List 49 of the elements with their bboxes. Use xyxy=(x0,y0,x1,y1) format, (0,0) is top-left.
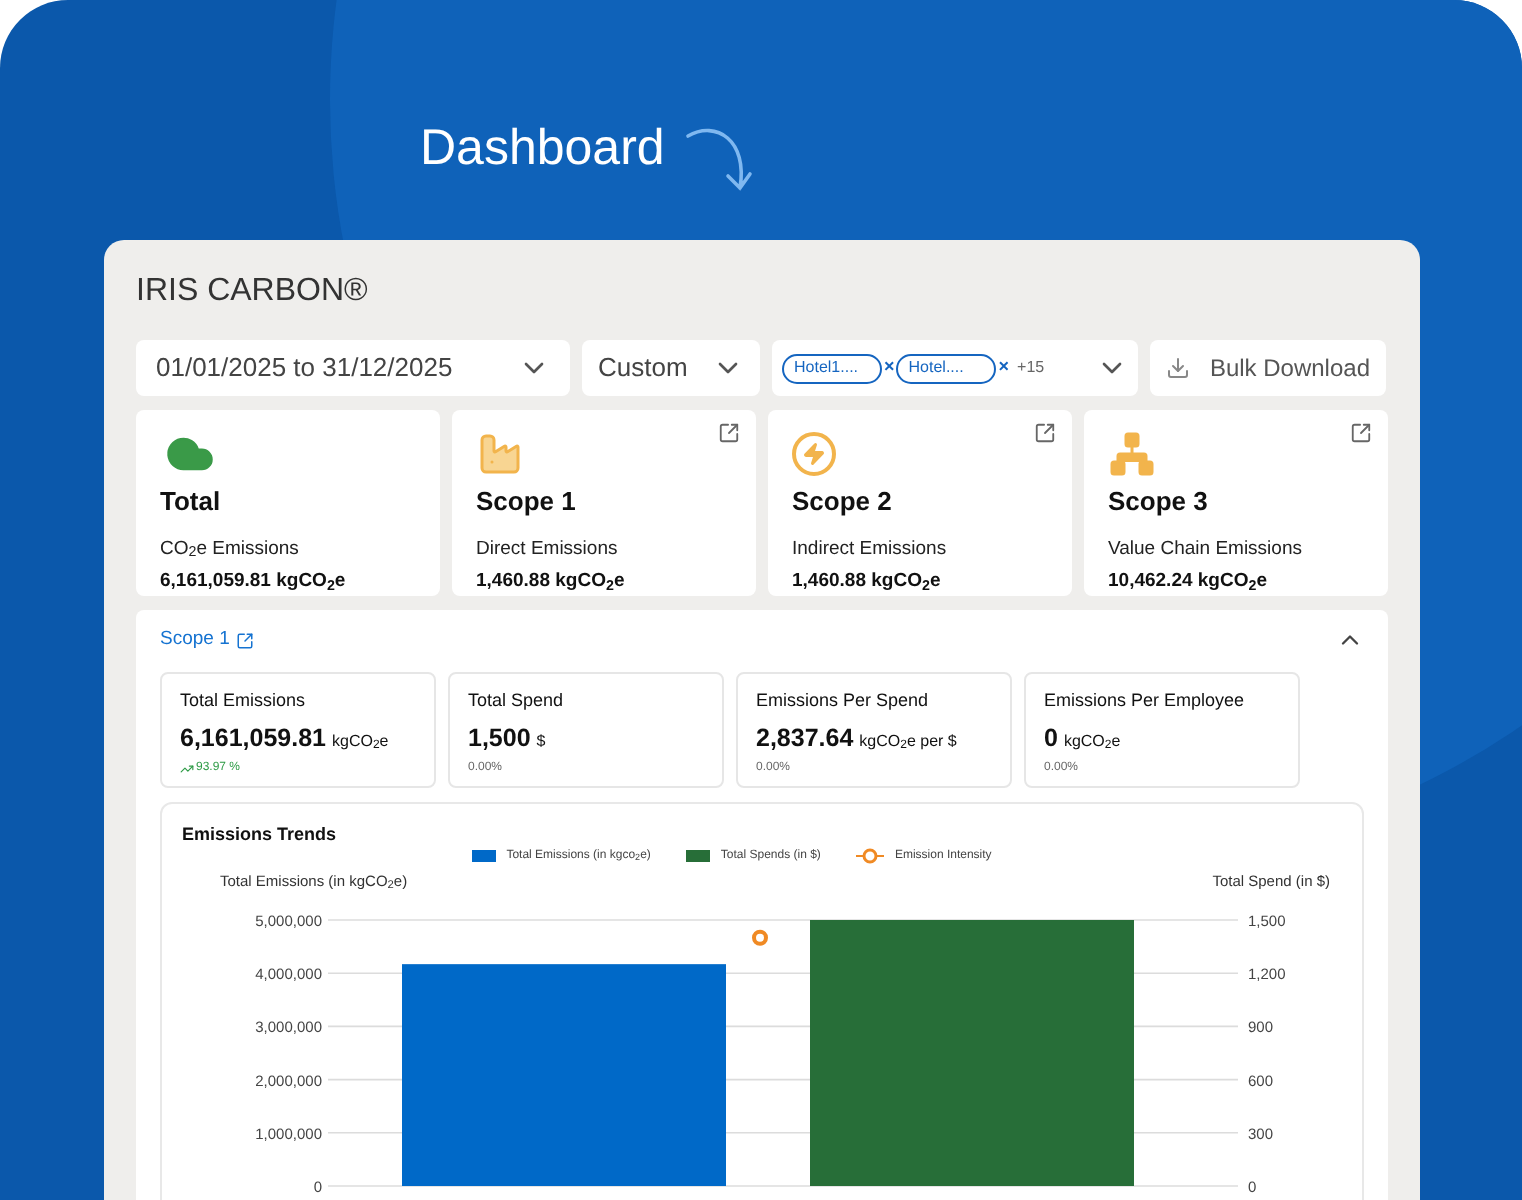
card-title: Scope 1 xyxy=(476,484,578,520)
chip-remove[interactable]: × xyxy=(998,354,1010,382)
chip-remove[interactable]: × xyxy=(884,354,895,382)
hotel-chip[interactable]: Hotel.... xyxy=(896,353,997,383)
card-title: Total xyxy=(160,484,223,520)
factory-icon xyxy=(476,430,524,478)
metric-unit: kgCO$_{2}$e per $ xyxy=(859,729,957,753)
more-count: +15 xyxy=(1017,356,1045,380)
metric-value: 2,837.64 xyxy=(756,721,854,755)
metric-unit: kgCO$_{2}$e xyxy=(332,729,389,753)
card-value: 6,161,059.81 kgCO$_{2}$e xyxy=(160,567,348,596)
metric-value: 6,161,059.81 xyxy=(180,721,326,755)
download-icon xyxy=(1166,356,1190,380)
hotel-select[interactable]: Hotel1.... × Hotel.... × +15 xyxy=(772,340,1138,396)
metric-label: Total Emissions xyxy=(180,688,308,714)
scope-link[interactable]: Scope 1 xyxy=(160,625,230,655)
card-value: 10,462.24 kgCO$_{2}$e xyxy=(1108,567,1270,596)
card-value: 1,460.88 kgCO$_{2}$e xyxy=(792,567,943,596)
legend-swatch xyxy=(472,850,497,862)
metric-label: Emissions Per Spend xyxy=(756,688,931,714)
metric-label: Emissions Per Employee xyxy=(1044,688,1247,714)
metric-unit: $ xyxy=(536,729,546,753)
bulk-download-button[interactable]: Bulk Download xyxy=(1150,340,1386,396)
card-label: Value Chain Emissions xyxy=(1108,535,1304,563)
hierarchy-icon xyxy=(1108,430,1156,478)
card-label: Indirect Emissions xyxy=(792,535,949,563)
metric-unit: kgCO$_{2}$e xyxy=(1063,729,1121,753)
date-range-select[interactable]: 01/01/2025 to 31/12/2025 xyxy=(136,340,570,396)
lightning-icon xyxy=(792,432,836,476)
metric-value: 1,500 xyxy=(468,721,531,755)
chart-point xyxy=(752,928,768,945)
metric-label: Total Spend xyxy=(468,688,566,714)
card-value: 1,460.88 kgCO$_{2}$e xyxy=(476,567,627,596)
card-label: CO$_{2}$e Emissions xyxy=(160,535,301,564)
legend-swatch xyxy=(686,850,711,862)
card-title: Scope 3 xyxy=(1108,484,1210,520)
external-link-icon[interactable] xyxy=(1034,422,1056,444)
external-link-icon[interactable] xyxy=(1350,422,1372,444)
card-label: Direct Emissions xyxy=(476,535,620,563)
legend-marker-icon xyxy=(856,848,885,864)
external-link-icon[interactable] xyxy=(235,631,254,649)
brand-title: IRIS CARBON® xyxy=(136,272,370,312)
metric-value: 0 xyxy=(1044,721,1058,755)
hotel-chip[interactable]: Hotel1.... xyxy=(782,353,882,383)
external-link-icon[interactable] xyxy=(718,422,740,444)
card-title: Scope 2 xyxy=(792,484,894,520)
chart-title: Emissions Trends xyxy=(182,822,337,848)
period-select[interactable]: Custom xyxy=(582,340,760,396)
page-title: Dashboard xyxy=(420,118,665,180)
